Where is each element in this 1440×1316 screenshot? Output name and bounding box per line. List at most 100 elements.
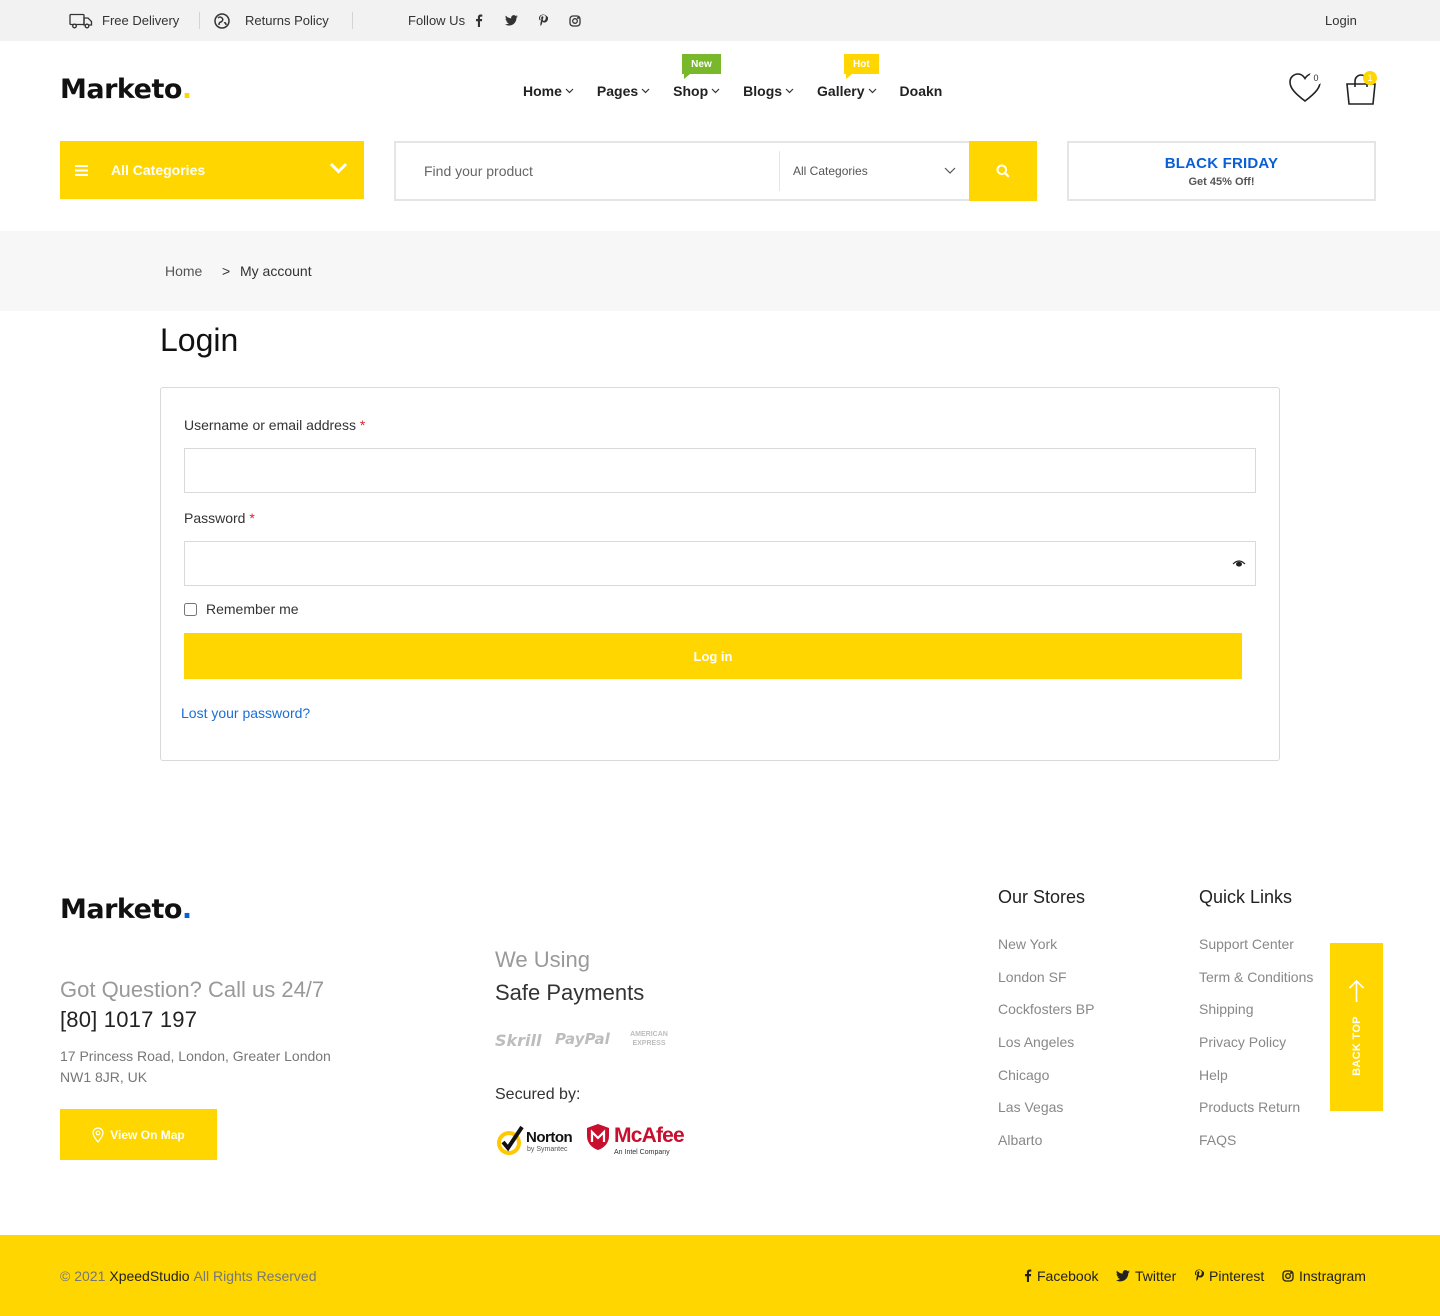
store-link[interactable]: Cockfosters BP bbox=[998, 1001, 1094, 1034]
search-button[interactable] bbox=[969, 141, 1037, 201]
nav-blogs-label: Blogs bbox=[743, 83, 783, 99]
footer-twitter-link[interactable]: Twitter bbox=[1116, 1235, 1176, 1316]
chevron-down-icon bbox=[329, 162, 348, 175]
copyright-brand[interactable]: XpeedStudio bbox=[109, 1268, 189, 1284]
nav-doakn[interactable]: Doakn bbox=[900, 83, 943, 99]
top-login-link[interactable]: Login bbox=[1325, 0, 1357, 41]
mcafee-shield-icon bbox=[586, 1123, 610, 1156]
view-on-map-label: View On Map bbox=[110, 1127, 185, 1142]
promo-subtitle: Get 45% Off! bbox=[1188, 175, 1255, 188]
phone-number[interactable]: [80] 1017 197 bbox=[60, 1007, 197, 1033]
show-password-icon[interactable] bbox=[1232, 556, 1246, 574]
store-link[interactable]: New York bbox=[998, 936, 1094, 969]
login-form: Username or email address * Password * R… bbox=[160, 387, 1280, 761]
store-link[interactable]: Albarto bbox=[998, 1132, 1094, 1165]
username-field[interactable] bbox=[184, 448, 1256, 493]
quick-link[interactable]: Help bbox=[1199, 1067, 1313, 1100]
instagram-icon[interactable] bbox=[568, 14, 582, 28]
search-input[interactable] bbox=[424, 143, 764, 199]
chevron-down-icon bbox=[868, 88, 877, 94]
nav-shop[interactable]: New Shop bbox=[673, 54, 721, 99]
bottom-bar: © 2021 XpeedStudio All Rights Reserved F… bbox=[0, 1235, 1440, 1316]
main-nav: Home Pages New Shop Blogs Hot Gallery Do… bbox=[523, 54, 965, 102]
nav-gallery[interactable]: Hot Gallery bbox=[817, 54, 879, 99]
breadcrumb-current: My account bbox=[240, 263, 312, 279]
footer-logo[interactable]: Marketo. bbox=[60, 894, 192, 925]
search-bar: All Categories bbox=[394, 141, 1037, 201]
store-link[interactable]: Las Vegas bbox=[998, 1099, 1094, 1132]
mcafee-subtext: An Intel Company bbox=[614, 1149, 670, 1156]
all-categories-button[interactable]: All Categories bbox=[60, 141, 364, 199]
wishlist-button[interactable]: 0 bbox=[1288, 71, 1323, 109]
facebook-icon[interactable] bbox=[472, 14, 486, 28]
required-mark: * bbox=[249, 510, 255, 526]
lost-password-link[interactable]: Lost your password? bbox=[181, 705, 310, 721]
footer-pinterest-link[interactable]: Pinterest bbox=[1194, 1235, 1264, 1316]
store-link[interactable]: Chicago bbox=[998, 1067, 1094, 1100]
breadcrumb-home[interactable]: Home bbox=[165, 231, 202, 311]
hot-badge: Hot bbox=[844, 54, 879, 79]
page-title: Login bbox=[160, 322, 239, 358]
nav-pages-label: Pages bbox=[596, 83, 639, 99]
address-line-1: 17 Princess Road, London, Greater London bbox=[60, 1048, 331, 1064]
password-field[interactable] bbox=[184, 541, 1256, 586]
back-to-top-button[interactable]: BACK TOP bbox=[1330, 943, 1383, 1111]
view-on-map-button[interactable]: View On Map bbox=[60, 1109, 217, 1160]
logo-text: Marketo bbox=[60, 74, 182, 105]
site-logo[interactable]: Marketo. bbox=[60, 74, 192, 105]
quick-link[interactable]: FAQS bbox=[1199, 1132, 1313, 1165]
breadcrumb-separator: > bbox=[222, 263, 231, 279]
footer-facebook-link[interactable]: Facebook bbox=[1024, 1235, 1098, 1316]
quick-link[interactable]: Products Return bbox=[1199, 1099, 1313, 1132]
footer-instagram-link[interactable]: Instragram bbox=[1282, 1235, 1366, 1316]
password-label: Password * bbox=[184, 510, 255, 526]
store-link[interactable]: Los Angeles bbox=[998, 1034, 1094, 1067]
black-friday-promo[interactable]: BLACK FRIDAY Get 45% Off! bbox=[1067, 141, 1376, 201]
truck-icon bbox=[69, 13, 93, 29]
quick-links-list: Support Center Term & Conditions Shippin… bbox=[1199, 936, 1313, 1165]
breadcrumb: Home > My account bbox=[0, 231, 1440, 311]
nav-blogs[interactable]: Blogs bbox=[743, 83, 794, 99]
mcafee-badge: McAfee An Intel Company bbox=[586, 1122, 696, 1158]
twitter-icon bbox=[1116, 1269, 1135, 1282]
quick-link[interactable]: Privacy Policy bbox=[1199, 1034, 1313, 1067]
amex-logo: AMERICAN EXPRESS bbox=[624, 1030, 674, 1048]
remember-me-label: Remember me bbox=[206, 601, 299, 617]
chevron-down-icon bbox=[711, 88, 720, 94]
quick-link[interactable]: Term & Conditions bbox=[1199, 969, 1313, 1002]
globe-icon bbox=[214, 12, 230, 29]
search-icon bbox=[996, 164, 1010, 178]
chevron-down-icon bbox=[785, 88, 794, 94]
search-category-select[interactable]: All Categories bbox=[793, 143, 965, 199]
payments-heading-1: We Using bbox=[495, 947, 590, 972]
amex-line-2: EXPRESS bbox=[632, 1040, 666, 1047]
shopping-bag-icon bbox=[1344, 74, 1378, 110]
cart-count: 1 bbox=[1363, 71, 1377, 85]
free-delivery[interactable]: Free Delivery bbox=[69, 0, 179, 41]
follow-us-label: Follow Us bbox=[408, 13, 466, 28]
remember-me-checkbox[interactable] bbox=[184, 602, 197, 616]
remember-me[interactable]: Remember me bbox=[184, 601, 299, 617]
store-link[interactable]: London SF bbox=[998, 969, 1094, 1002]
instagram-icon bbox=[1282, 1269, 1299, 1282]
nav-home[interactable]: Home bbox=[523, 83, 574, 99]
twitter-icon[interactable] bbox=[504, 14, 518, 28]
log-in-button[interactable]: Log in bbox=[184, 633, 1242, 679]
norton-subtext: by Symantec bbox=[527, 1146, 568, 1153]
pinterest-icon[interactable] bbox=[536, 14, 550, 28]
facebook-label: Facebook bbox=[1037, 1267, 1099, 1284]
returns-policy[interactable]: Returns Policy bbox=[214, 0, 329, 41]
all-categories-label: All Categories bbox=[111, 162, 206, 178]
copyright: © 2021 XpeedStudio All Rights Reserved bbox=[60, 1235, 316, 1316]
chevron-down-icon bbox=[565, 88, 574, 94]
quick-link[interactable]: Support Center bbox=[1199, 936, 1313, 969]
password-label-text: Password bbox=[184, 510, 246, 526]
new-badge: New bbox=[682, 54, 721, 79]
nav-doakn-label: Doakn bbox=[899, 83, 943, 99]
footer-logo-dot: . bbox=[181, 894, 192, 925]
quick-link[interactable]: Shipping bbox=[1199, 1001, 1313, 1034]
footer-logo-text: Marketo bbox=[60, 894, 182, 925]
back-to-top-label: BACK TOP bbox=[1351, 1016, 1363, 1076]
cart-button[interactable]: 1 bbox=[1344, 71, 1378, 111]
nav-pages[interactable]: Pages bbox=[597, 83, 650, 99]
